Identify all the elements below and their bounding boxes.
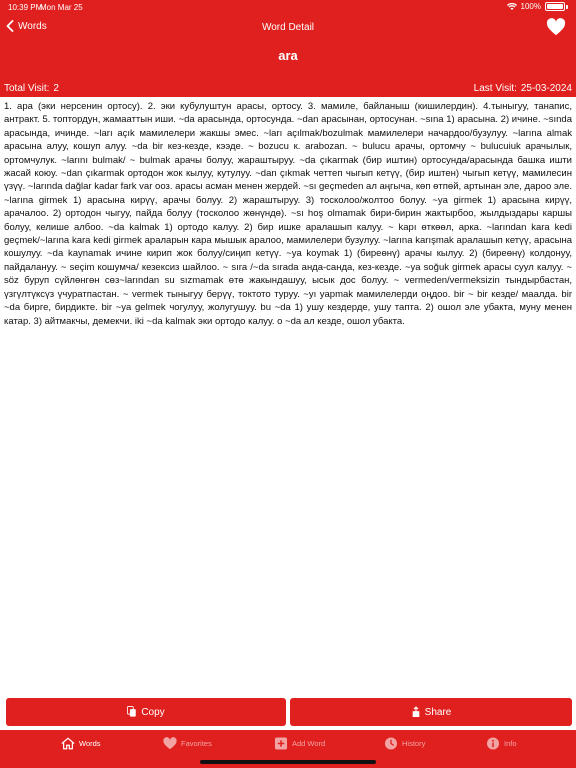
tab-add-word[interactable]: Add Word — [274, 737, 325, 750]
action-bar: Copy Share — [0, 694, 576, 730]
status-right: 100% — [506, 2, 568, 11]
tab-label-info: Info — [504, 739, 517, 748]
favorite-heart-icon[interactable] — [546, 18, 566, 36]
share-icon — [412, 706, 419, 717]
last-visit-value: 25-03-2024 — [520, 83, 572, 94]
heart-icon — [163, 737, 177, 750]
total-visit-value: 2 — [53, 83, 59, 94]
wifi-icon — [506, 2, 517, 10]
tab-label-words: Words — [79, 739, 101, 748]
tab-history[interactable]: History — [384, 737, 425, 750]
tab-info[interactable]: Info — [486, 737, 517, 750]
last-visit-label: Last Visit: — [473, 83, 517, 94]
nav-title: Word Detail — [261, 22, 315, 33]
last-visit: Last Visit: 25-03-2024 — [474, 83, 572, 94]
total-visit-label: Total Visit: — [4, 83, 50, 94]
info-icon — [486, 737, 500, 750]
battery-tip — [566, 4, 568, 9]
tab-favorites[interactable]: Favorites — [163, 737, 212, 750]
battery-icon — [545, 2, 565, 11]
tab-words[interactable]: Words — [61, 737, 101, 750]
total-visit: Total Visit: 2 — [4, 83, 59, 94]
share-button[interactable]: Share — [290, 698, 572, 726]
clock-icon — [384, 737, 398, 750]
copy-button[interactable]: Copy — [6, 698, 286, 726]
copy-label: Copy — [141, 706, 165, 718]
status-date: Mon Mar 25 — [40, 3, 83, 12]
share-label: Share — [424, 706, 452, 718]
home-icon — [61, 737, 75, 750]
plus-icon — [274, 737, 288, 750]
tab-label-add-word: Add Word — [292, 739, 326, 748]
visit-info: Total Visit: 2 Last Visit: 25-03-2024 — [0, 82, 576, 96]
word-title: ara — [278, 48, 298, 63]
home-indicator — [200, 760, 376, 764]
definition-text: 1. ара (эки нерсенин ортосу). 2. эки куб… — [4, 101, 572, 327]
status-time: 10:39 PM — [8, 3, 43, 12]
tab-label-history: History — [402, 739, 426, 748]
header: 10:39 PM Mon Mar 25 100% Words Word Deta… — [0, 0, 576, 97]
battery-percent: 100% — [520, 2, 541, 11]
navbar: Words Word Detail — [0, 14, 576, 42]
tab-label-favorites: Favorites — [181, 739, 212, 748]
copy-icon — [127, 706, 137, 717]
status-bar: 10:39 PM Mon Mar 25 100% — [0, 0, 576, 14]
